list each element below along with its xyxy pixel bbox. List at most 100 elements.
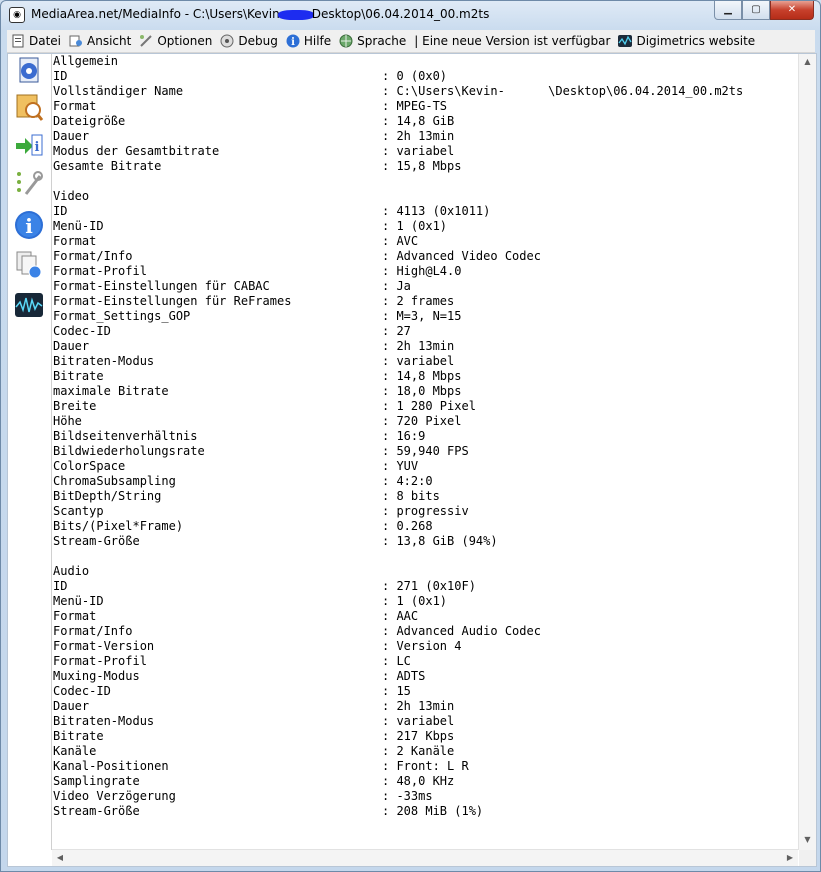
menu-debug-label: Debug xyxy=(238,34,278,48)
field-label: Bitrate xyxy=(53,729,104,743)
menu-optionen[interactable]: Optionen xyxy=(135,31,216,51)
field-value: : 720 Pixel xyxy=(382,414,462,428)
field-label: Format/Info xyxy=(53,249,133,263)
field-label: Bitraten-Modus xyxy=(53,714,155,728)
field-label: Format xyxy=(53,99,97,113)
report-row: Dateigröße: 14,8 GiB xyxy=(53,114,798,129)
menu-sprache[interactable]: Sprache xyxy=(335,31,410,51)
section-header-general: Allgemein xyxy=(53,54,119,68)
report-row: ChromaSubsampling: 4:2:0 xyxy=(53,474,798,489)
basic-view-icon[interactable] xyxy=(13,56,45,86)
menu-datei-label: Datei xyxy=(29,34,62,48)
field-label: Muxing-Modus xyxy=(53,669,140,683)
menu-update-label: | Eine neue Version ist verfügbar xyxy=(414,34,611,48)
field-label: Format_Settings_GOP xyxy=(53,309,191,323)
menu-datei[interactable]: Datei xyxy=(7,31,65,51)
report-row: Bitraten-Modus: variabel xyxy=(53,354,798,369)
field-label: Stream-Größe xyxy=(53,804,140,818)
window-title: MediaArea.net/MediaInfo - C:\Users\Kevin… xyxy=(31,7,489,21)
field-value: : 0 (0x0) xyxy=(382,69,448,83)
field-label: Format xyxy=(53,609,97,623)
menu-ansicht-label: Ansicht xyxy=(87,34,132,48)
field-value: : LC xyxy=(382,654,411,668)
maximize-button[interactable]: ▢ xyxy=(742,1,770,20)
menu-digimetrics[interactable]: Digimetrics website xyxy=(614,31,759,51)
field-label: ID xyxy=(53,579,68,593)
field-value: : ADTS xyxy=(382,669,426,683)
report-row: Gesamte Bitrate: 15,8 Mbps xyxy=(53,159,798,174)
field-value: : 0.268 xyxy=(382,519,433,533)
mediainfo-app-icon[interactable]: ◉ xyxy=(9,7,25,23)
field-value: : 59,940 FPS xyxy=(382,444,469,458)
field-value: : 14,8 GiB xyxy=(382,114,455,128)
tree-info-icon[interactable]: i xyxy=(13,130,45,160)
field-value: : variabel xyxy=(382,144,455,158)
menu-update[interactable]: | Eine neue Version ist verfügbar xyxy=(410,31,614,51)
field-label: Format-Einstellungen für ReFrames xyxy=(53,294,292,308)
horizontal-scrollbar[interactable]: ◀ ▶ xyxy=(52,849,798,866)
title-bar[interactable]: ◉ MediaArea.net/MediaInfo - C:\Users\Kev… xyxy=(1,1,820,29)
html-view-icon[interactable] xyxy=(13,250,45,280)
report-row: Stream-Größe : 208 MiB (1%) xyxy=(53,804,798,819)
field-value: : Version 4 xyxy=(382,639,462,653)
menu-ansicht[interactable]: Ansicht xyxy=(65,31,135,51)
field-value: : 208 MiB (1%) xyxy=(382,804,484,818)
text-view-icon[interactable] xyxy=(13,168,45,198)
report-row: Format-Profil: High@L4.0 xyxy=(53,264,798,279)
field-value: : AVC xyxy=(382,234,419,248)
field-label: Codec-ID xyxy=(53,324,111,338)
field-label: Bildwiederholungsrate xyxy=(53,444,205,458)
field-label: Stream-Größe xyxy=(53,534,140,548)
report-row: Dauer: 2h 13min xyxy=(53,339,798,354)
report-row: Format_Settings_GOP: M=3, N=15 xyxy=(53,309,798,324)
field-label: Höhe xyxy=(53,414,82,428)
waveform-icon[interactable] xyxy=(13,290,45,320)
menu-hilfe[interactable]: i Hilfe xyxy=(282,31,335,51)
field-label: Menü-ID xyxy=(53,594,104,608)
report-row: Format: AAC xyxy=(53,609,798,624)
digimetrics-icon xyxy=(618,34,633,48)
field-value: : variabel xyxy=(382,714,455,728)
report-row: Breite: 1 280 Pixel xyxy=(53,399,798,414)
report-row: Format-Einstellungen für CABAC : Ja xyxy=(53,279,798,294)
report-row: Format/Info: Advanced Video Codec xyxy=(53,249,798,264)
report-row: Bitraten-Modus : variabel xyxy=(53,714,798,729)
sheet-view-icon[interactable] xyxy=(13,92,45,122)
field-value: : 16:9 xyxy=(382,429,426,443)
minimize-button[interactable]: ▁ xyxy=(714,1,742,20)
report-row: Menü-ID: 1 (0x1) xyxy=(53,219,798,234)
report-row: Format: MPEG-TS xyxy=(53,99,798,114)
field-value: : 2 frames xyxy=(382,294,455,308)
field-label: Format-Einstellungen für CABAC xyxy=(53,279,270,293)
field-label: ChromaSubsampling xyxy=(53,474,176,488)
field-value: : High@L4.0 xyxy=(382,264,462,278)
report-row: Format/Info: Advanced Audio Codec xyxy=(53,624,798,639)
scroll-down-arrow-icon[interactable]: ▼ xyxy=(799,832,816,848)
info-icon[interactable]: i xyxy=(13,210,45,240)
view-icon xyxy=(69,34,83,48)
field-label: ID xyxy=(53,204,68,218)
menu-bar: Datei Ansicht Optionen Debug i Hilfe Spr… xyxy=(7,30,815,53)
window-title-suffix: Desktop\06.04.2014_00.m2ts xyxy=(311,7,490,21)
menu-digimetrics-label: Digimetrics website xyxy=(636,34,756,48)
menu-debug[interactable]: Debug xyxy=(216,31,281,51)
field-value: : YUV xyxy=(382,459,419,473)
scroll-left-arrow-icon[interactable]: ◀ xyxy=(52,850,68,866)
field-value: : 217 Kbps xyxy=(382,729,455,743)
scroll-right-arrow-icon[interactable]: ▶ xyxy=(782,850,798,866)
view-sidebar: i i xyxy=(8,54,50,866)
field-label: Dauer xyxy=(53,129,90,143)
report-row: ColorSpace: YUV xyxy=(53,459,798,474)
report-row: Bildwiederholungsrate : 59,940 FPS xyxy=(53,444,798,459)
field-label: Bildseitenverhältnis xyxy=(53,429,198,443)
report-row: Format: AVC xyxy=(53,234,798,249)
vertical-scrollbar[interactable]: ▲ ▼ xyxy=(798,54,816,850)
scroll-up-arrow-icon[interactable]: ▲ xyxy=(799,54,816,70)
close-button[interactable]: ✕ xyxy=(770,1,814,20)
menu-optionen-label: Optionen xyxy=(157,34,213,48)
field-label: Codec-ID xyxy=(53,684,111,698)
report-row: maximale Bitrate: 18,0 Mbps xyxy=(53,384,798,399)
field-value: : Ja xyxy=(382,279,411,293)
field-label: Kanäle xyxy=(53,744,97,758)
menu-hilfe-label: Hilfe xyxy=(303,34,332,48)
